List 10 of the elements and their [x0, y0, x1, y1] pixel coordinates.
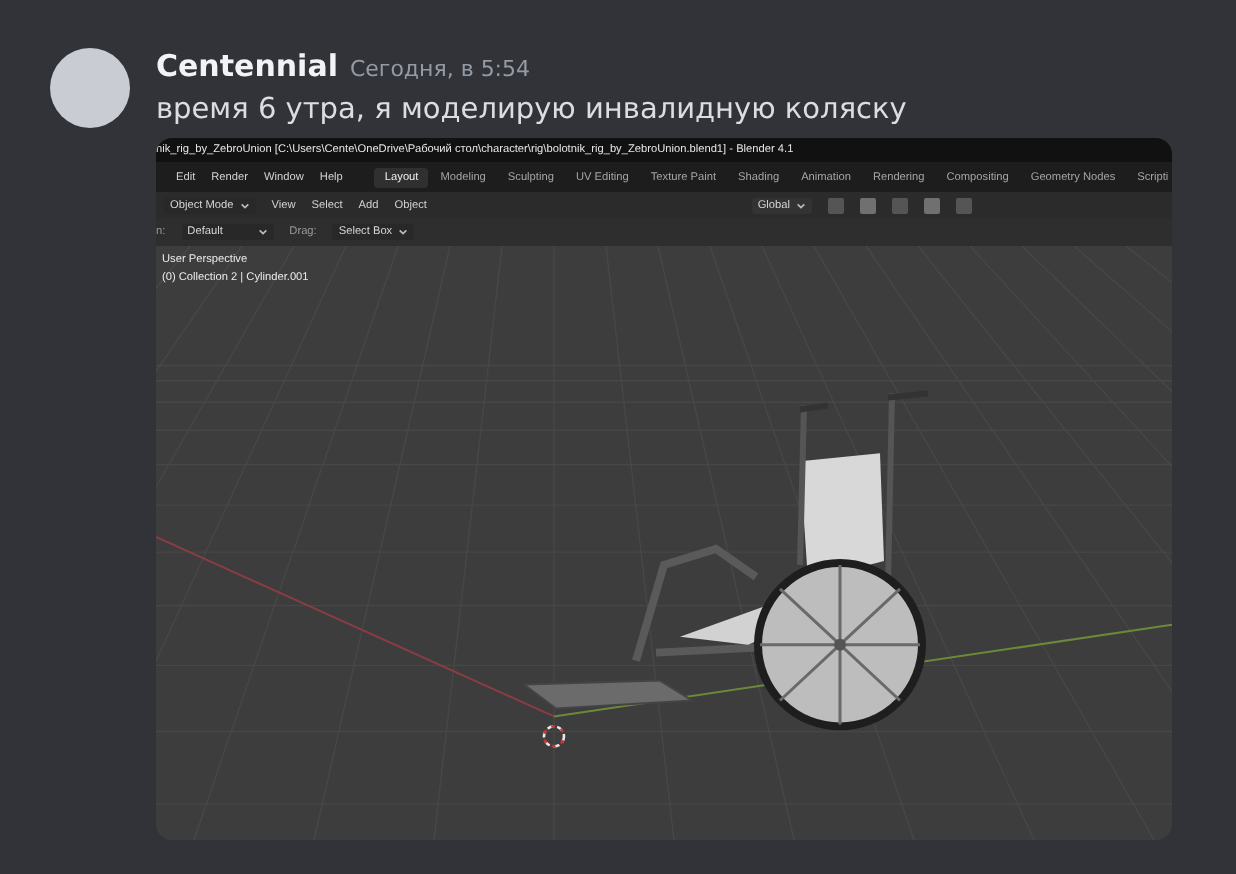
- screenshot-attachment[interactable]: [156, 138, 1172, 840]
- username[interactable]: Centennial: [156, 48, 338, 84]
- message-text: время 6 утра, я моделирую инвалидную коляску: [156, 92, 909, 130]
- caret-icon: [239, 201, 250, 209]
- timestamp: Сегодня, в 5:54: [349, 56, 531, 82]
- caret-icon: [796, 201, 806, 209]
- 3d-cursor-icon: [542, 725, 566, 748]
- avatar[interactable]: [50, 48, 130, 128]
- caret-icon: [257, 228, 268, 236]
- caret-icon: [398, 228, 409, 236]
